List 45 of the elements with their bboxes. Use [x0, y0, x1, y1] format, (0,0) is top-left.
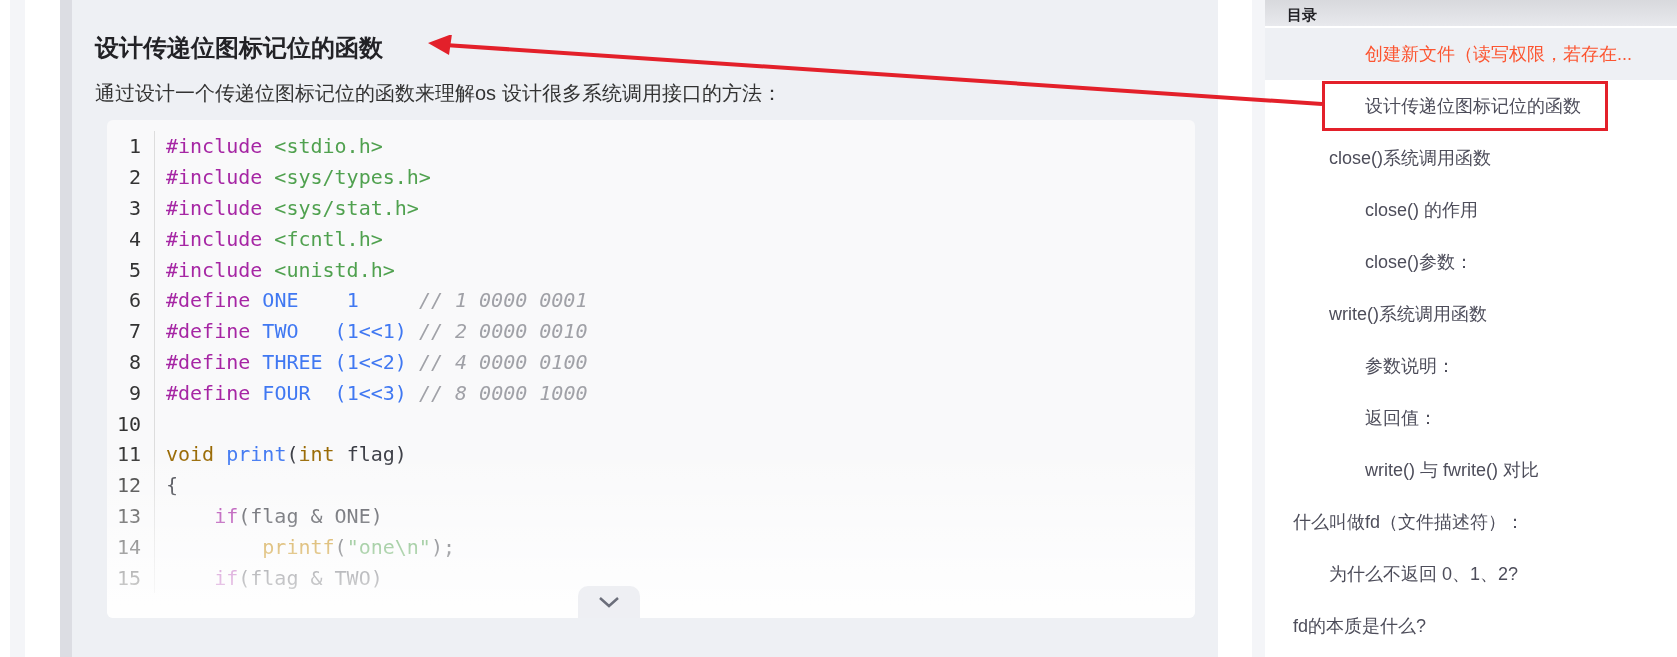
toc-item[interactable]: 设计传递位图标记位的函数	[1322, 81, 1608, 131]
code-line: #include <sys/stat.h>	[166, 195, 419, 222]
line-number: 12	[115, 472, 141, 500]
line-number: 1	[127, 133, 141, 161]
code-line: #define FOUR (1<<3) // 8 0000 1000	[166, 379, 588, 407]
line-number: 13	[115, 502, 141, 530]
line-number: 8	[127, 348, 141, 376]
toc-item[interactable]: fd的本质是什么?	[1265, 601, 1454, 651]
code-line: #define TWO (1<<1) // 2 0000 0010	[166, 318, 588, 346]
chevron-down-icon	[598, 596, 620, 608]
toc-item[interactable]: 参数说明：	[1265, 341, 1482, 391]
toc-item[interactable]: close()系统调用函数	[1265, 133, 1518, 183]
toc-item[interactable]: close()参数：	[1265, 237, 1500, 287]
code-line: #include <stdio.h>	[166, 133, 383, 161]
toc-title: 目录	[1287, 6, 1317, 24]
code-line: if(flag & TWO)	[213, 564, 383, 592]
line-number: 15	[115, 564, 141, 592]
line-number: 11	[115, 441, 141, 469]
toc-item[interactable]: 为什么不返回 0、1、2?	[1265, 549, 1546, 599]
line-number: 2	[127, 164, 141, 192]
line-number: 6	[127, 287, 141, 315]
code-line: printf("one\n");	[261, 533, 455, 561]
toc-item[interactable]: write() 与 fwrite() 对比	[1265, 445, 1566, 495]
code-line: #include <fcntl.h>	[166, 225, 383, 253]
line-number: 4	[127, 225, 141, 253]
line-number: 7	[127, 318, 141, 346]
intro-paragraph: 通过设计一个传递位图标记位的函数来理解os 设计很多系统调用接口的方法：	[95, 81, 782, 106]
code-line: void print(int flag)	[166, 441, 407, 469]
code-line: #include <sys/types.h>	[166, 164, 431, 192]
section-heading: 设计传递位图标记位的函数	[95, 33, 383, 63]
code-line: #include <unistd.h>	[166, 256, 395, 284]
line-number: 5	[127, 256, 141, 284]
toc-item[interactable]: 返回值：	[1265, 393, 1464, 443]
code-line: #define THREE (1<<2) // 4 0000 0100	[166, 348, 588, 376]
expand-button[interactable]	[578, 586, 640, 618]
code-line: #define ONE 1 // 1 0000 0001	[166, 287, 588, 315]
toc-item[interactable]: 什么叫做fd（文件描述符）：	[1265, 497, 1551, 547]
line-number: 10	[115, 410, 141, 438]
line-number: 9	[127, 379, 141, 407]
code-line: {	[166, 472, 179, 500]
line-number: 14	[115, 533, 141, 561]
code-line: if(flag & ONE)	[213, 502, 383, 530]
toc-item[interactable]: close() 的作用	[1265, 185, 1505, 235]
line-number: 3	[127, 195, 141, 222]
toc-item[interactable]: write()系统调用函数	[1265, 289, 1514, 339]
